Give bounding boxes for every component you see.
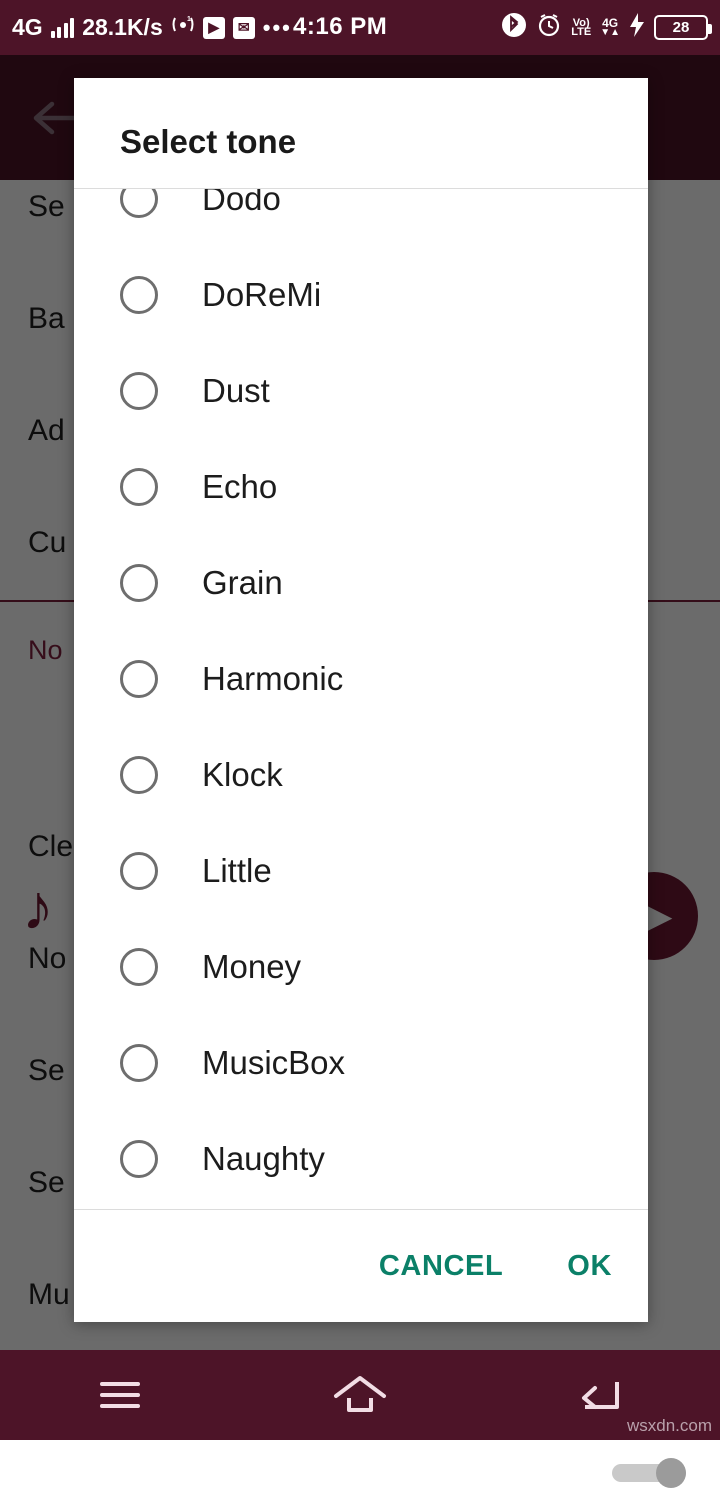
radio-button[interactable] bbox=[120, 756, 158, 794]
watermark: wsxdn.com bbox=[626, 1416, 712, 1435]
tone-option[interactable]: Grain bbox=[74, 535, 648, 631]
tone-option-label: Grain bbox=[202, 564, 283, 601]
tone-option-label: Dust bbox=[202, 372, 270, 409]
battery-icon: 28 bbox=[654, 15, 712, 40]
tone-option[interactable]: Dodo bbox=[74, 189, 648, 247]
tone-option[interactable]: Echo bbox=[74, 439, 648, 535]
network-type-label: 4G bbox=[12, 14, 43, 40]
radio-button[interactable] bbox=[120, 660, 158, 698]
svg-text:1: 1 bbox=[187, 16, 191, 23]
tone-option[interactable]: Money bbox=[74, 919, 648, 1015]
radio-button[interactable] bbox=[120, 564, 158, 602]
radio-button[interactable] bbox=[120, 852, 158, 890]
clock-label: 4:16 PM bbox=[293, 13, 388, 40]
ok-button[interactable]: OK bbox=[567, 1250, 612, 1283]
tone-option[interactable]: DoReMi bbox=[74, 247, 648, 343]
status-bar-left: 4G 28.1K/s 1 ▶ ✉ ••• bbox=[0, 14, 292, 42]
tone-option-label: Klock bbox=[202, 756, 283, 793]
hotspot-icon: 1 bbox=[171, 14, 195, 42]
charging-bolt-icon bbox=[629, 12, 645, 43]
tone-option-label: Harmonic bbox=[202, 660, 344, 697]
overflow-dots-icon: ••• bbox=[262, 14, 292, 40]
toggle-knob bbox=[656, 1458, 686, 1488]
tone-option[interactable]: Klock bbox=[74, 727, 648, 823]
signal-bars-icon bbox=[50, 17, 75, 38]
tone-option[interactable]: Little bbox=[74, 823, 648, 919]
play-store-icon: ▶ bbox=[202, 16, 225, 39]
cancel-button[interactable]: CANCEL bbox=[379, 1250, 503, 1283]
radio-button[interactable] bbox=[120, 1140, 158, 1178]
setting-toggle[interactable] bbox=[612, 1458, 686, 1488]
mail-icon: ✉ bbox=[232, 16, 255, 39]
battery-percent-label: 28 bbox=[672, 19, 690, 36]
data-rate-label: 28.1K/s bbox=[82, 14, 163, 40]
alarm-icon bbox=[536, 12, 562, 44]
dialog-actions: CANCEL OK bbox=[74, 1210, 648, 1322]
radio-button[interactable] bbox=[120, 189, 158, 218]
bluetooth-icon bbox=[501, 12, 527, 44]
volte-icon: Vo) LTE bbox=[571, 16, 592, 38]
tone-option[interactable]: Naughty bbox=[74, 1111, 648, 1207]
tone-option-label: Naughty bbox=[202, 1140, 325, 1177]
tone-option[interactable]: MusicBox bbox=[74, 1015, 648, 1111]
radio-button[interactable] bbox=[120, 948, 158, 986]
data-4g-icon: 4G ▼▲ bbox=[600, 15, 620, 38]
radio-button[interactable] bbox=[120, 276, 158, 314]
tone-option-label: Dodo bbox=[202, 189, 281, 217]
status-bar: 4G 28.1K/s 1 ▶ ✉ ••• 4:16 PM Vo) LTE 4G bbox=[0, 0, 720, 55]
tone-option-label: Little bbox=[202, 852, 272, 889]
tone-option-label: Money bbox=[202, 948, 302, 985]
system-navigation-bar: wsxdn.com bbox=[0, 1350, 720, 1440]
tone-list[interactable]: Dodo DoReMi Dust Echo Grain Harmonic Klock Litt… bbox=[74, 189, 648, 1209]
tone-option-label: MusicBox bbox=[202, 1044, 346, 1081]
status-bar-right: Vo) LTE 4G ▼▲ 28 bbox=[501, 12, 712, 44]
tone-option-label: Echo bbox=[202, 468, 278, 505]
tone-option[interactable]: Harmonic bbox=[74, 631, 648, 727]
tone-option[interactable]: Dust bbox=[74, 343, 648, 439]
tone-option-label: DoReMi bbox=[202, 276, 322, 313]
select-tone-dialog: Select tone Dodo DoReMi Dust Echo Grain Harmo… bbox=[74, 78, 648, 1322]
radio-button[interactable] bbox=[120, 1044, 158, 1082]
menu-icon[interactable] bbox=[75, 1365, 165, 1425]
radio-button[interactable] bbox=[120, 468, 158, 506]
radio-button[interactable] bbox=[120, 372, 158, 410]
home-icon[interactable] bbox=[315, 1365, 405, 1425]
dialog-title: Select tone bbox=[120, 123, 297, 160]
